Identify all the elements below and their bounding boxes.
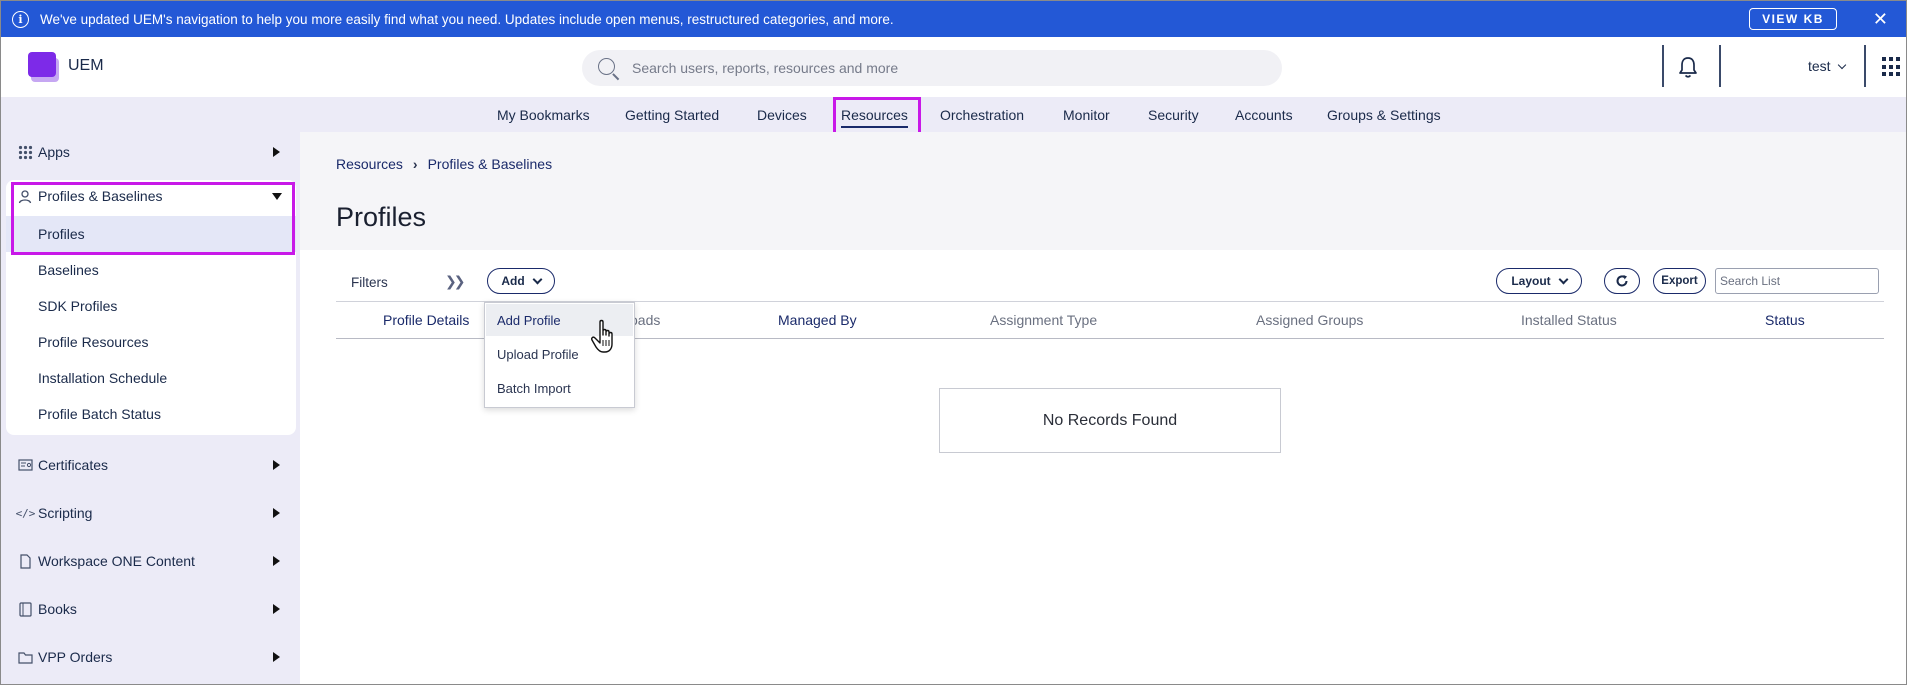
app-logo[interactable] (28, 52, 60, 82)
sidebar-item-label: Profile Resources (38, 334, 149, 350)
expand-arrow-icon (273, 508, 280, 518)
sidebar-item-label: Certificates (38, 457, 109, 473)
sidebar-item-vpp-orders[interactable]: VPP Orders (0, 637, 300, 677)
sidebar-item-label: Scripting (38, 505, 93, 521)
col-status[interactable]: Status (1765, 312, 1805, 328)
empty-state: No Records Found (939, 388, 1281, 453)
sidebar-item-label: SDK Profiles (38, 298, 118, 314)
sidebar-item-installation-schedule[interactable]: Installation Schedule (6, 360, 296, 396)
chevron-down-icon (1838, 60, 1847, 70)
nav-orchestration[interactable]: Orchestration (940, 97, 1024, 132)
add-button-label: Add (501, 274, 525, 288)
breadcrumb-resources[interactable]: Resources (336, 156, 403, 172)
sidebar-item-label: Workspace ONE Content (38, 553, 195, 569)
top-nav: My Bookmarks Getting Started Devices Res… (0, 97, 1907, 132)
col-managed-by[interactable]: Managed By (778, 312, 857, 328)
info-banner: i We've updated UEM's navigation to help… (1, 1, 1906, 37)
expand-filters-icon[interactable]: ❯❯ (445, 273, 466, 290)
sidebar-item-label: VPP Orders (38, 649, 113, 665)
bell-icon[interactable] (1677, 55, 1699, 79)
info-icon: i (12, 10, 29, 28)
sidebar-item-label: Profile Batch Status (38, 406, 161, 422)
global-search[interactable] (582, 50, 1282, 86)
search-list-input[interactable] (1715, 268, 1879, 294)
sidebar-item-certificates[interactable]: Certificates (0, 445, 300, 485)
sidebar-item-apps[interactable]: Apps (0, 132, 300, 172)
header-divider (1662, 45, 1664, 87)
expand-arrow-icon (273, 460, 280, 470)
sidebar-item-workspace-one-content[interactable]: Workspace ONE Content (0, 541, 300, 581)
chevron-down-icon (532, 274, 543, 284)
nav-getting-started[interactable]: Getting Started (625, 97, 719, 132)
filters-label[interactable]: Filters (351, 275, 388, 290)
chevron-right-icon: › (412, 156, 418, 172)
app-launcher-icon[interactable] (1882, 57, 1902, 77)
search-icon (598, 58, 615, 75)
nav-devices[interactable]: Devices (757, 97, 807, 132)
sidebar-item-label: Books (38, 601, 77, 617)
layout-button[interactable]: Layout (1496, 268, 1582, 294)
expand-arrow-icon (273, 604, 280, 614)
chevron-down-icon (1558, 274, 1569, 284)
nav-accounts[interactable]: Accounts (1235, 97, 1293, 132)
view-kb-button[interactable]: VIEW KB (1749, 8, 1837, 30)
sidebar-item-profile-batch-status[interactable]: Profile Batch Status (6, 396, 296, 432)
menu-item-batch-import[interactable]: Batch Import (486, 372, 633, 404)
hand-cursor-icon (591, 319, 613, 353)
document-icon (18, 553, 33, 569)
expand-arrow-icon (273, 556, 280, 566)
sidebar-item-scripting[interactable]: </> Scripting (0, 493, 300, 533)
sidebar-item-label: Installation Schedule (38, 370, 168, 386)
user-name: test (1808, 58, 1831, 74)
app-name: UEM (68, 57, 104, 74)
sidebar-item-label: Baselines (38, 262, 99, 278)
user-menu[interactable]: test (1808, 58, 1847, 74)
certificate-icon (18, 458, 33, 473)
folder-icon (18, 650, 33, 665)
nav-groups-settings[interactable]: Groups & Settings (1327, 97, 1441, 132)
refresh-button[interactable] (1604, 268, 1640, 294)
highlight-profiles (11, 182, 295, 255)
sidebar-item-baselines[interactable]: Baselines (6, 252, 296, 288)
sidebar-item-books[interactable]: Books (0, 589, 300, 629)
header-divider (1864, 45, 1866, 87)
close-icon[interactable]: ✕ (1873, 9, 1888, 30)
nav-my-bookmarks[interactable]: My Bookmarks (497, 97, 590, 132)
breadcrumb: Resources › Profiles & Baselines (336, 156, 552, 172)
col-profile-details[interactable]: Profile Details (383, 312, 469, 328)
sidebar-item-sdk-profiles[interactable]: SDK Profiles (6, 288, 296, 324)
expand-arrow-icon (273, 147, 280, 157)
add-button[interactable]: Add (487, 268, 555, 294)
app-header: UEM test (0, 37, 1907, 97)
col-installed-status[interactable]: Installed Status (1521, 312, 1617, 328)
nav-security[interactable]: Security (1148, 97, 1199, 132)
breadcrumb-profiles-baselines[interactable]: Profiles & Baselines (428, 156, 553, 172)
page-title: Profiles (336, 202, 427, 232)
code-icon: </> (15, 506, 36, 520)
nav-monitor[interactable]: Monitor (1063, 97, 1110, 132)
sidebar-item-label: Apps (38, 144, 70, 160)
book-icon (18, 601, 33, 617)
export-button[interactable]: Export (1653, 268, 1706, 294)
col-assigned-groups[interactable]: Assigned Groups (1256, 312, 1363, 328)
header-divider (1719, 45, 1721, 87)
col-assignment-type[interactable]: Assignment Type (990, 312, 1097, 328)
expand-arrow-icon (273, 652, 280, 662)
global-search-input[interactable] (632, 50, 1262, 86)
sidebar-item-profile-resources[interactable]: Profile Resources (6, 324, 296, 360)
banner-message: We've updated UEM's navigation to help y… (40, 11, 894, 27)
layout-button-label: Layout (1511, 274, 1551, 288)
refresh-icon (1616, 275, 1628, 287)
grid-icon (18, 145, 33, 160)
